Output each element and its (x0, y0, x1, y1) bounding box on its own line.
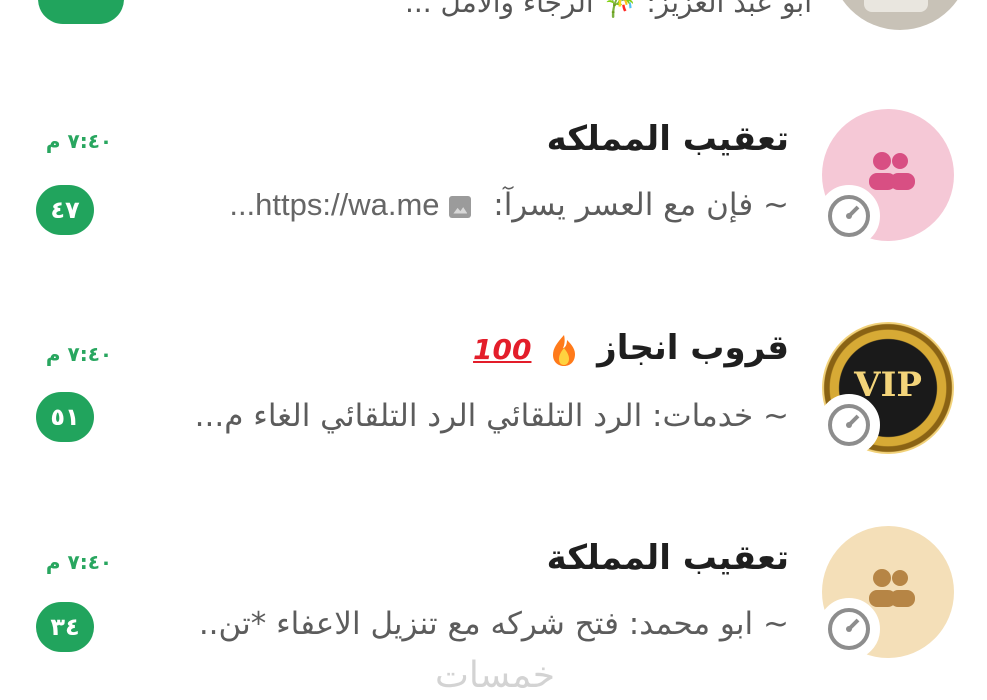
chat-preview: ~ ابو محمد: فتح شركه مع تنزيل الاعفاء *ت… (198, 606, 789, 642)
chat-preview: ~ خدمات: الرد التلقائي الرد التلقائي الغ… (194, 398, 789, 434)
status-icon (818, 598, 880, 660)
hundred-points-icon: 100 (473, 333, 532, 366)
chat-time: ٧:٤٠ م (45, 129, 113, 153)
fire-icon (553, 334, 576, 366)
image-icon (449, 195, 472, 218)
watermark: خمسات (435, 655, 556, 696)
status-icon (818, 394, 880, 456)
unread-badge: ٤٧ (36, 185, 94, 235)
chat-preview: ~ فإن مع العسر يسرآ: https://wa.me... (229, 187, 789, 223)
chat-row[interactable]: تعقيب المملكه ٧:٤٠ م ~ فإن مع العسر يسرآ… (0, 105, 987, 255)
unread-badge: ٥١ (36, 392, 94, 442)
chat-title: تعقيب المملكة (546, 538, 789, 578)
chat-row[interactable]: VIP قروب انجاز 100 ٧:٤٠ م ~ خدمات: الرد … (0, 320, 987, 470)
chat-time: ٧:٤٠ م (45, 342, 113, 366)
preview-text: ~ فإن مع العسر يسرآ: (493, 187, 789, 223)
chat-title: قروب انجاز 100 (473, 328, 789, 368)
chat-preview: ابو عبد العزيز: 🎋 الرجاء والامل ... (404, 0, 812, 19)
unread-badge: ٣٤ (36, 602, 94, 652)
group-icon (869, 152, 915, 190)
chat-title: تعقيب المملكه (546, 119, 789, 159)
chat-row-partial[interactable]: ابو عبد العزيز: 🎋 الرجاء والامل ... (0, 0, 987, 40)
chat-time: ٧:٤٠ م (45, 550, 113, 574)
chat-title-text: قروب انجاز (597, 328, 789, 368)
unread-badge (38, 0, 124, 24)
preview-link: https://wa.me... (229, 187, 440, 222)
avatar (830, 0, 970, 30)
status-icon (818, 185, 880, 247)
